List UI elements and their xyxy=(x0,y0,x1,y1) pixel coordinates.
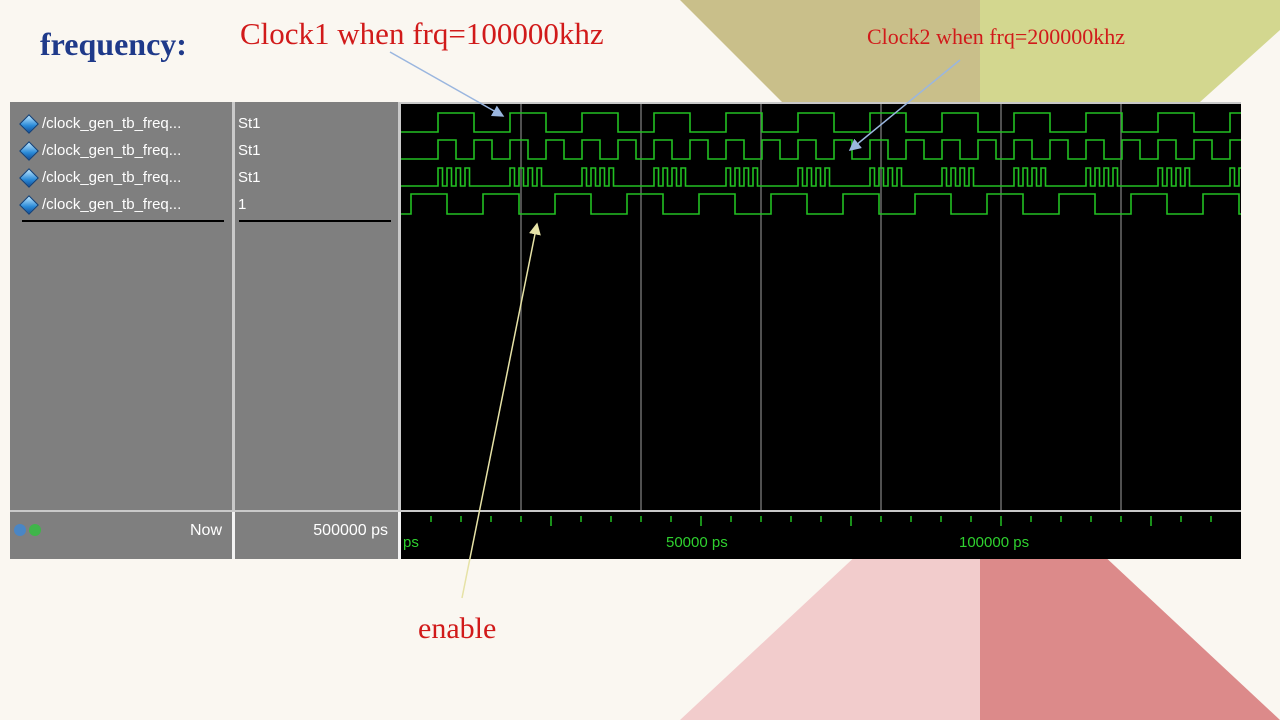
signal-value: St1 xyxy=(238,169,261,186)
signal-name: /clock_gen_tb_freq... xyxy=(42,196,182,213)
diamond-signal-icon xyxy=(19,194,39,215)
selection-underline xyxy=(22,220,224,222)
value-row-3: St1 xyxy=(235,164,261,191)
signal-values-pane: St1 St1 St1 1 xyxy=(235,102,401,510)
signal-3-waveform xyxy=(401,167,1241,187)
signal-4-waveform xyxy=(401,193,1241,215)
status-bar: Now 500000 ps ps 50000 ps 100000 ps xyxy=(10,510,1241,559)
ruler-label-50000: 50000 ps xyxy=(666,534,728,551)
signal-value: St1 xyxy=(238,115,261,132)
now-value: 500000 ps xyxy=(313,522,388,539)
selection-underline xyxy=(239,220,391,222)
signal-value: 1 xyxy=(238,196,247,213)
add-cursor-icon[interactable] xyxy=(29,524,41,536)
signal-row-1[interactable]: /clock_gen_tb_freq... xyxy=(10,110,181,137)
waveform-window: /clock_gen_tb_freq... /clock_gen_tb_freq… xyxy=(10,102,1241,559)
now-value-cell: 500000 ps xyxy=(235,512,398,559)
clock1-annotation: Clock1 when frq=100000khz xyxy=(240,16,604,51)
signal-names-pane: /clock_gen_tb_freq... /clock_gen_tb_freq… xyxy=(10,102,235,510)
signal-2-waveform xyxy=(401,139,1241,160)
enable-annotation: enable xyxy=(418,612,497,645)
diamond-signal-icon xyxy=(19,140,39,161)
signal-name: /clock_gen_tb_freq... xyxy=(42,142,182,159)
signal-value: St1 xyxy=(238,142,261,159)
status-icons xyxy=(14,524,41,536)
value-row-4: 1 xyxy=(235,191,246,218)
signal-name: /clock_gen_tb_freq... xyxy=(42,115,182,132)
cursor-icon[interactable] xyxy=(14,524,26,536)
ruler-label-start: ps xyxy=(403,534,419,551)
now-label: Now xyxy=(189,522,222,539)
diamond-signal-icon xyxy=(19,113,39,134)
waveform-pane[interactable] xyxy=(401,102,1241,512)
value-row-2: St1 xyxy=(235,137,261,164)
clock2-annotation: Clock2 when frq=200000khz xyxy=(867,24,1126,49)
diamond-signal-icon xyxy=(19,167,39,188)
time-ruler-ticks xyxy=(430,516,1212,526)
ruler-label-100000: 100000 ps xyxy=(959,534,1030,551)
signal-row-4[interactable]: /clock_gen_tb_freq... xyxy=(10,191,181,218)
now-cell: Now xyxy=(10,512,232,559)
value-row-1: St1 xyxy=(235,110,261,137)
time-ruler: ps 50000 ps 100000 ps xyxy=(401,512,1241,559)
signal-1-waveform xyxy=(401,112,1241,133)
signal-name: /clock_gen_tb_freq... xyxy=(42,169,182,186)
waveform-plot xyxy=(401,104,1241,512)
signal-row-3[interactable]: /clock_gen_tb_freq... xyxy=(10,164,181,191)
slide-title: frequency: xyxy=(40,26,187,62)
signal-row-2[interactable]: /clock_gen_tb_freq... xyxy=(10,137,181,164)
